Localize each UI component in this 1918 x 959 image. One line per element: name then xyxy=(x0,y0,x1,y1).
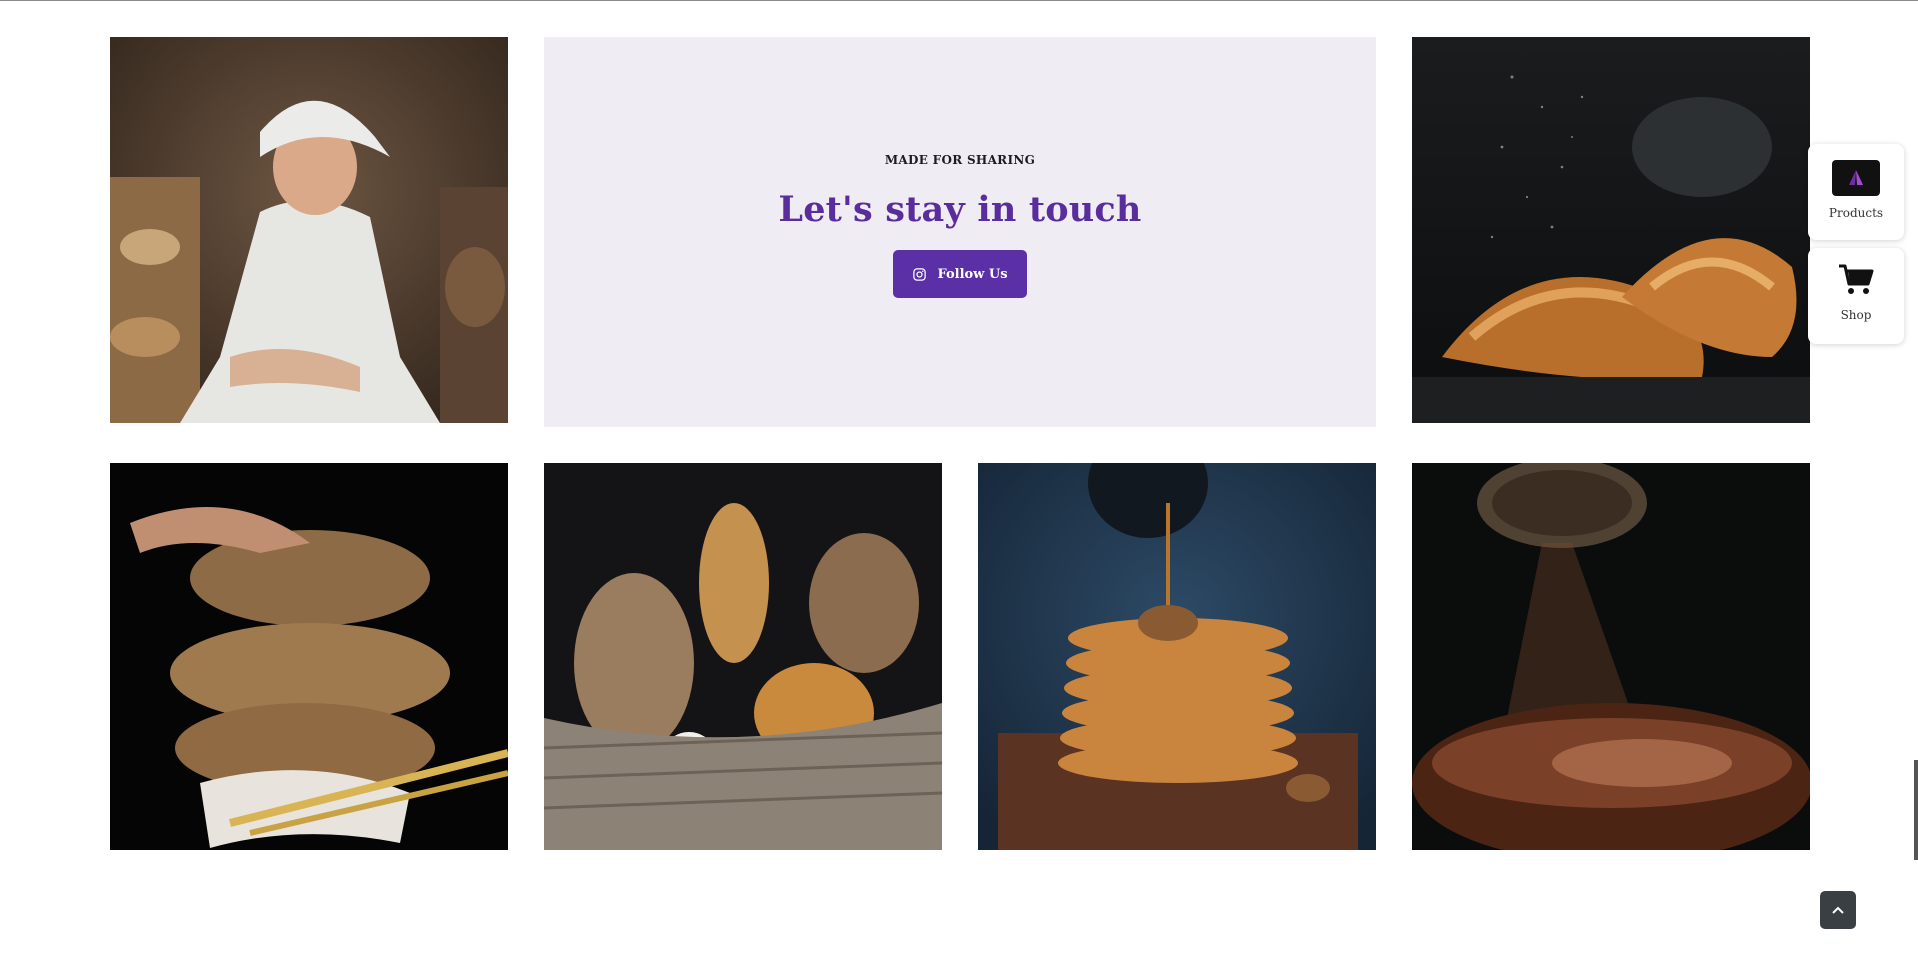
croissants-photo[interactable] xyxy=(1412,37,1810,423)
products-logo-icon xyxy=(1832,160,1880,196)
top-divider xyxy=(0,0,1918,1)
chevron-up-icon xyxy=(1832,906,1844,914)
products-widget[interactable]: Products xyxy=(1808,144,1904,240)
products-label: Products xyxy=(1828,206,1884,220)
promo-eyebrow: MADE FOR SHARING xyxy=(884,153,1036,167)
follow-us-button[interactable]: Follow Us xyxy=(893,250,1027,298)
baker-woman-photo[interactable] xyxy=(110,37,508,423)
instagram-icon xyxy=(913,267,927,281)
cocoa-dusting-cake-photo[interactable] xyxy=(1412,463,1810,850)
promo-panel: MADE FOR SHARING Let's stay in touch Fol… xyxy=(544,37,1376,427)
shop-widget[interactable]: Shop xyxy=(1808,248,1904,344)
stacked-bread-loaves-photo[interactable] xyxy=(110,463,508,850)
promo-headline: Let's stay in touch xyxy=(778,189,1142,230)
shop-label: Shop xyxy=(1840,308,1872,322)
shopping-cart-icon xyxy=(1836,262,1876,298)
follow-us-label: Follow Us xyxy=(937,266,1008,282)
pancakes-syrup-photo[interactable] xyxy=(978,463,1376,850)
bread-basket-photo[interactable] xyxy=(544,463,942,850)
scroll-to-top-button[interactable] xyxy=(1820,891,1856,929)
scrollbar-thumb[interactable] xyxy=(1914,760,1918,860)
